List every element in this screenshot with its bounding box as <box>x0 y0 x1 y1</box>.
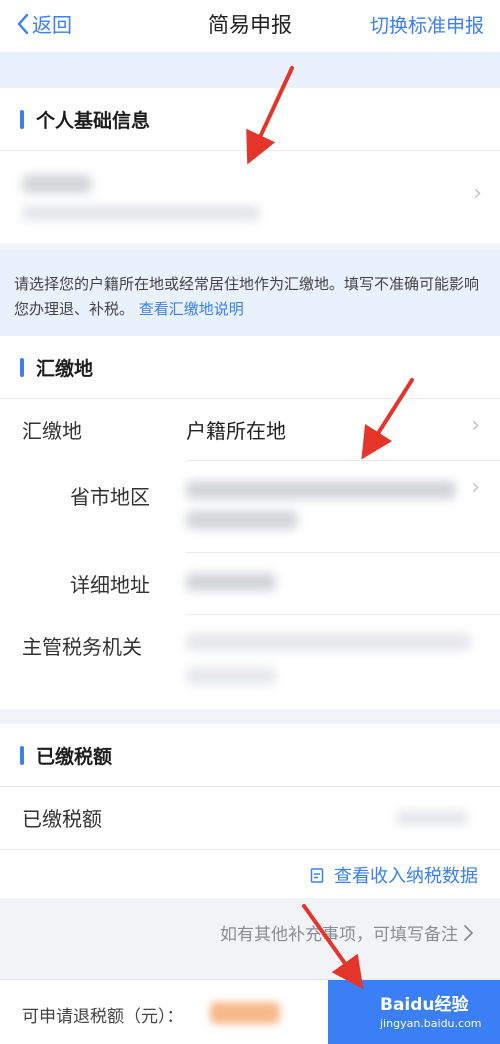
huijiao-location-row[interactable]: 汇缴地 户籍所在地 › <box>0 399 500 461</box>
chevron-right-icon: › <box>473 181 482 206</box>
switch-standard-button[interactable]: 切换标准申报 <box>370 11 484 38</box>
section-header: 已缴税额 <box>0 724 500 786</box>
watermark-text: Baidu经验 <box>380 995 469 1015</box>
divider <box>0 849 500 850</box>
row-label: 详细地址 <box>70 573 150 597</box>
redacted-authority <box>186 633 471 651</box>
notice-body: 请选择您的户籍所在地或经常居住地作为汇缴地。填写不准确可能影响您办理退、补税。 <box>14 275 480 318</box>
province-city-row[interactable]: 省市地区 › <box>0 461 500 553</box>
section-title-personal: 个人基础信息 <box>36 109 151 132</box>
redacted-address <box>186 573 276 591</box>
chevron-right-icon: › <box>471 475 480 500</box>
section-marker <box>20 109 24 129</box>
baidu-watermark: Baidu经验 jingyan.baidu.com <box>380 990 482 1030</box>
redacted-region <box>186 481 456 499</box>
huijiao-card: 汇缴地 汇缴地 户籍所在地 › 省市地区 › 详细地址 主管税务机关 <box>0 336 500 709</box>
tax-authority-row[interactable]: 主管税务机关 <box>0 615 500 709</box>
personal-info-row[interactable]: › <box>0 151 500 243</box>
view-income-tax-data-link[interactable]: 查看收入纳税数据 <box>310 862 478 888</box>
nav-bar: 返回 简易申报 切换标准申报 <box>0 0 500 52</box>
info-band <box>0 52 500 88</box>
chevron-left-icon <box>17 13 29 34</box>
row-label: 已缴税额 <box>22 807 102 831</box>
section-title-huijiao: 汇缴地 <box>36 357 94 380</box>
section-title-paid: 已缴税额 <box>36 745 113 768</box>
row-label: 汇缴地 <box>22 419 82 443</box>
back-button[interactable]: 返回 <box>16 9 72 38</box>
redacted-id <box>22 206 260 220</box>
redacted-name <box>22 175 92 193</box>
edit-icon <box>310 867 324 883</box>
section-marker <box>20 357 24 377</box>
row-label: 省市地区 <box>70 485 150 509</box>
income-link-label: 查看收入纳税数据 <box>334 866 478 887</box>
back-label: 返回 <box>32 13 72 37</box>
chevron-right-icon: › <box>471 413 480 438</box>
section-header: 个人基础信息 <box>0 88 500 150</box>
section-header: 汇缴地 <box>0 336 500 398</box>
watermark-url: jingyan.baidu.com <box>380 1017 482 1030</box>
personal-info-card: 个人基础信息 › <box>0 88 500 243</box>
redacted-amount <box>396 811 468 825</box>
notice-text: 请选择您的户籍所在地或经常居住地作为汇缴地。填写不准确可能影响您办理退、补税。 … <box>0 250 500 336</box>
redacted-refund-amount <box>210 1002 280 1024</box>
row-value: 户籍所在地 <box>186 419 286 443</box>
remark-link[interactable]: 如有其他补充事项，可填写备注 <box>220 920 474 945</box>
view-location-explanation-link[interactable]: 查看汇缴地说明 <box>139 300 244 318</box>
redacted-region-line2 <box>186 511 298 529</box>
detailed-address-row[interactable]: 详细地址 <box>0 553 500 615</box>
paid-tax-row[interactable]: 已缴税额 <box>0 787 500 849</box>
row-label: 主管税务机关 <box>22 635 142 659</box>
redacted-authority-line2 <box>186 667 276 685</box>
chevron-right-icon <box>464 924 473 941</box>
remark-label: 如有其他补充事项，可填写备注 <box>220 925 458 945</box>
refund-label: 可申请退税额（元）： <box>22 1007 184 1027</box>
section-marker <box>20 745 24 765</box>
